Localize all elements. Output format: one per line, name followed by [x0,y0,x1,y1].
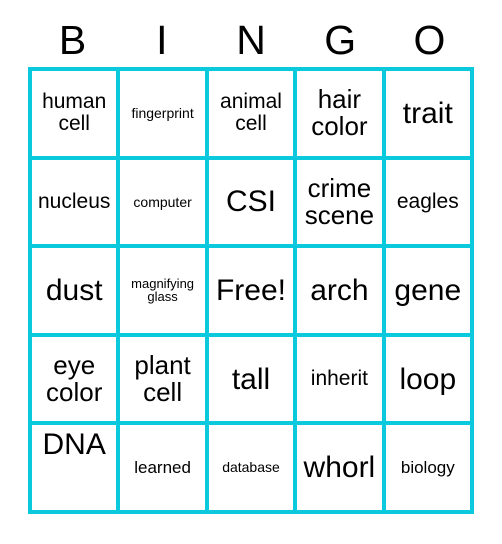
bingo-card: B I N G O human cell fingerprint animal … [0,0,502,544]
bingo-cell-label: biology [400,457,455,477]
bingo-cell-r1c1[interactable]: human cell [32,71,117,156]
bingo-grid: human cell fingerprint animal cell hair … [28,67,474,514]
bingo-cell-label: magnifying glass [131,275,195,305]
bingo-cell-label: nucleus [38,189,111,213]
bingo-cell-label: gene [394,273,462,307]
bingo-header-letter-n: N [236,17,266,63]
bingo-header-letter-o: O [413,17,446,63]
bingo-cell-label: dust [45,273,103,307]
bingo-cell-label: loop [399,362,457,396]
bingo-cell-r3c1[interactable]: dust [32,248,117,333]
bingo-cell-r2c2[interactable]: computer [120,159,205,245]
bingo-cell-free-space[interactable]: Free! [208,248,294,333]
bingo-cell-r2c4[interactable]: crime scene [297,159,382,245]
bingo-free-space-label: Free! [215,273,286,307]
bingo-cell-r5c3[interactable]: database [208,425,294,510]
bingo-cell-r4c4[interactable]: inherit [297,336,382,422]
bingo-cell-r1c5[interactable]: trait [385,71,470,156]
bingo-header-letter-i: I [156,17,168,63]
bingo-cell-r4c5[interactable]: loop [385,336,470,422]
bingo-cell-label: learned [134,457,191,477]
bingo-cell-r5c4[interactable]: whorl [297,425,382,510]
bingo-cell-label: fingerprint [131,105,194,122]
bingo-cell-r5c2[interactable]: learned [120,425,205,510]
bingo-cell-r1c2[interactable]: fingerprint [120,71,205,156]
bingo-cell-r5c1[interactable]: DNA [32,425,117,510]
bingo-cell-r1c3[interactable]: animal cell [208,71,294,156]
bingo-cell-label: computer [133,193,192,210]
bingo-cell-label: CSI [225,185,276,219]
bingo-cell-label: human cell [42,90,107,136]
bingo-cell-r5c5[interactable]: biology [385,425,470,510]
bingo-cell-label: tall [231,362,271,396]
bingo-cell-label: inherit [310,367,368,391]
bingo-header-letter-b: B [58,17,87,63]
bingo-cell-label: hair color [311,84,368,142]
bingo-cell-label: plant cell [134,350,191,408]
bingo-cell-label: DNA [42,428,106,462]
bingo-cell-r3c5[interactable]: gene [385,248,470,333]
bingo-header-row: B I N G O [28,14,474,67]
bingo-cell-label: whorl [303,451,376,485]
bingo-cell-r4c3[interactable]: tall [208,336,294,422]
bingo-cell-label: database [222,459,280,476]
bingo-cell-r2c3[interactable]: CSI [208,159,294,245]
bingo-header-letter-g: G [324,17,357,63]
bingo-cell-label: arch [310,273,369,307]
bingo-cell-label: eye color [46,350,103,408]
bingo-cell-label: animal cell [220,90,282,136]
bingo-cell-label: trait [402,96,453,130]
bingo-cell-r1c4[interactable]: hair color [297,71,382,156]
bingo-cell-r4c2[interactable]: plant cell [120,336,205,422]
bingo-cell-r2c1[interactable]: nucleus [32,159,117,245]
bingo-cell-label: eagles [396,189,459,213]
bingo-cell-label: crime scene [304,172,375,230]
bingo-cell-r3c2[interactable]: magnifying glass [120,248,205,333]
bingo-cell-r3c4[interactable]: arch [297,248,382,333]
bingo-cell-r4c1[interactable]: eye color [32,336,117,422]
bingo-cell-r2c5[interactable]: eagles [385,159,470,245]
